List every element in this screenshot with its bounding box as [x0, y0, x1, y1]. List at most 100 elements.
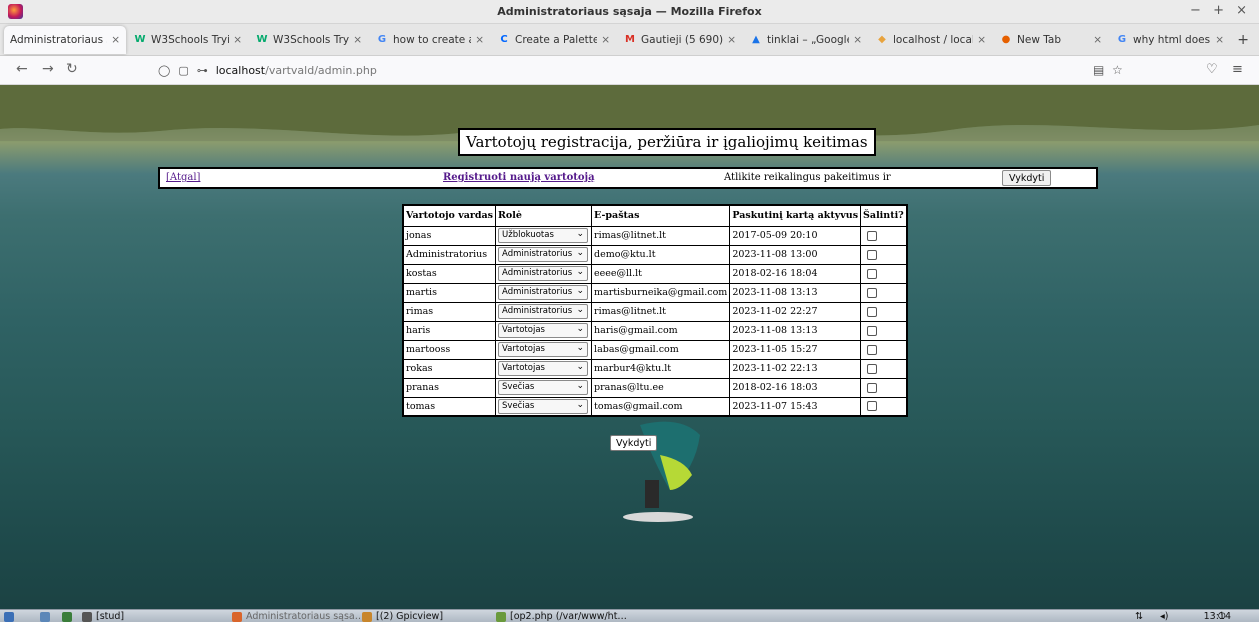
role-cell: Vartotojas ⌄ — [495, 339, 593, 360]
window-controls[interactable]: − + × — [1190, 3, 1251, 18]
taskbar-item-stud[interactable]: [stud] — [82, 610, 124, 622]
delete-cell — [860, 339, 908, 360]
tab-new-tab[interactable]: ● New Tab × — [994, 26, 1108, 54]
tab-label: why html doesnt sl — [1133, 34, 1211, 46]
permissions-icon[interactable]: ⊶ — [197, 64, 208, 77]
role-select[interactable]: Administratorius ⌄ — [498, 266, 589, 281]
tab-google-search[interactable]: Ghow to create a ran × — [370, 26, 490, 54]
start-menu-button[interactable] — [4, 610, 18, 622]
tab-admin[interactable]: Administratoriaus sąsa × — [4, 26, 126, 54]
taskbar-item-gpicview[interactable]: [(2) Gpicview] — [362, 610, 443, 622]
instruction-text: Atlikite reikalingus pakeitimus ir — [724, 172, 891, 183]
close-icon[interactable]: × — [1093, 34, 1102, 46]
email-cell: demo@ktu.lt — [591, 244, 731, 265]
show-desktop-button[interactable] — [40, 610, 54, 622]
role-select[interactable]: Užblokuotas ⌄ — [498, 228, 589, 243]
register-user-link[interactable]: Registruoti naują vartotoją — [443, 172, 595, 183]
username-cell: martis — [402, 282, 497, 303]
close-icon[interactable]: × — [853, 34, 862, 46]
role-select[interactable]: Administratorius ⌄ — [498, 247, 589, 262]
role-cell: Svečias ⌄ — [495, 377, 593, 398]
taskbar-item-label: [op2.php (/var/www/ht… — [510, 611, 627, 622]
bookmark-star-icon[interactable]: ☆ — [1112, 63, 1123, 77]
tab-w3schools-1[interactable]: W W3Schools Tryit Ed× — [128, 26, 248, 54]
last-active-cell: 2017-05-09 20:10 — [729, 225, 862, 246]
submit-button-bottom[interactable]: Vykdyti — [610, 435, 658, 451]
taskbar-item-firefox[interactable]: Administratoriaus sąsa… — [232, 610, 364, 622]
tab-label: Create a Palette - C — [515, 34, 598, 46]
delete-checkbox[interactable] — [867, 268, 878, 279]
delete-checkbox[interactable] — [867, 363, 878, 374]
delete-checkbox[interactable] — [867, 344, 878, 355]
page-icon[interactable]: ▢ — [178, 64, 188, 77]
role-select[interactable]: Administratorius ⌄ — [498, 304, 589, 319]
page-viewport: Vartotojų registracija, peržiūra ir įgal… — [0, 85, 1259, 609]
close-icon[interactable]: × — [977, 34, 986, 46]
window-titlebar: Administratoriaus sąsaja — Mozilla Firef… — [0, 0, 1259, 24]
forward-arrow-icon[interactable]: → — [42, 61, 54, 77]
submit-button[interactable]: Vykdyti — [1002, 170, 1052, 186]
role-cell: Vartotojas ⌄ — [495, 358, 593, 379]
reload-icon[interactable]: ↻ — [66, 61, 78, 77]
table-header-row: Vartotojo vardas Rolė E-paštas Paskutinį… — [402, 204, 908, 227]
close-icon[interactable]: × — [233, 34, 242, 46]
close-icon[interactable]: × — [1215, 34, 1224, 46]
close-icon[interactable]: × — [601, 34, 610, 46]
volume-icon[interactable]: ◂) — [1160, 610, 1168, 622]
delete-checkbox[interactable] — [867, 230, 878, 241]
close-icon[interactable]: × — [727, 34, 736, 46]
back-link[interactable]: [Atgal] — [166, 172, 200, 183]
close-icon[interactable]: × — [353, 34, 362, 46]
delete-checkbox[interactable] — [867, 249, 878, 260]
role-select[interactable]: Administratorius ⌄ — [498, 285, 589, 300]
tab-google-search-2[interactable]: Gwhy html doesnt sl × — [1110, 26, 1230, 54]
email-cell: marbur4@ktu.lt — [591, 358, 731, 379]
email-cell: pranas@ltu.ee — [591, 377, 731, 398]
role-select[interactable]: Vartotojas ⌄ — [498, 361, 589, 376]
role-value: Svečias — [502, 382, 535, 392]
phpmyadmin-icon: ◆ — [878, 34, 886, 45]
terminal-icon — [62, 611, 72, 622]
close-icon[interactable]: × — [111, 34, 120, 46]
delete-cell — [860, 282, 908, 303]
tab-gmail[interactable]: M Gautieji (5 690) - m× — [618, 26, 742, 54]
tab-coolors[interactable]: C Create a Palette - C× — [492, 26, 616, 54]
url-bar[interactable]: ◯ ▢ ⊶ localhost/vartvald/admin.php — [148, 60, 1113, 81]
tab-google-drive[interactable]: ▲ tinklai – „Google" d × — [744, 26, 868, 54]
role-select[interactable]: Svečias ⌄ — [498, 398, 589, 414]
terminal-launcher[interactable] — [62, 610, 76, 622]
table-row: haris Vartotojas ⌄ haris@gmail.com 2023-1… — [402, 320, 908, 341]
power-icon[interactable]: ⏻ — [1218, 610, 1226, 622]
last-active-cell: 2023-11-02 22:13 — [729, 358, 862, 379]
role-select[interactable]: Vartotojas ⌄ — [498, 323, 589, 338]
tab-w3schools-2[interactable]: W W3Schools Tryit Ed× — [250, 26, 368, 54]
delete-checkbox[interactable] — [867, 325, 878, 336]
username-cell: kostas — [402, 263, 497, 284]
tab-phpmyadmin[interactable]: ◆ localhost / localhos × — [870, 26, 992, 54]
taskbar-item-editor[interactable]: [op2.php (/var/www/ht… — [496, 610, 627, 622]
back-arrow-icon[interactable]: ← — [16, 61, 28, 77]
email-cell: labas@gmail.com — [591, 339, 731, 360]
url-path: /vartvald/admin.php — [265, 64, 377, 77]
delete-checkbox[interactable] — [867, 306, 878, 317]
shield-icon[interactable]: ◯ — [158, 64, 170, 77]
network-icon[interactable]: ⇅ — [1135, 610, 1143, 622]
delete-checkbox[interactable] — [867, 287, 878, 298]
delete-cell — [860, 263, 908, 284]
google-icon: G — [377, 34, 387, 45]
taskbar-item-label: [(2) Gpicview] — [376, 611, 444, 622]
delete-checkbox[interactable] — [867, 382, 878, 393]
role-select[interactable]: Svečias ⌄ — [498, 380, 589, 395]
pocket-icon[interactable]: ♡ — [1206, 62, 1218, 77]
delete-cell — [860, 320, 908, 341]
table-row: tomas Svečias ⌄ tomas@gmail.com 2023-11-0… — [402, 396, 908, 417]
tab-label: how to create a ran — [393, 34, 471, 46]
role-select[interactable]: Vartotojas ⌄ — [498, 342, 589, 357]
delete-cell — [860, 225, 908, 246]
new-tab-icon[interactable]: + — [1237, 32, 1249, 48]
delete-checkbox[interactable] — [867, 401, 878, 412]
reader-view-icon[interactable]: ▤ — [1093, 63, 1104, 77]
close-icon[interactable]: × — [475, 34, 484, 46]
hamburger-menu-icon[interactable]: ≡ — [1232, 62, 1243, 77]
table-row: Administratorius Administratorius ⌄ demo@… — [402, 244, 908, 265]
